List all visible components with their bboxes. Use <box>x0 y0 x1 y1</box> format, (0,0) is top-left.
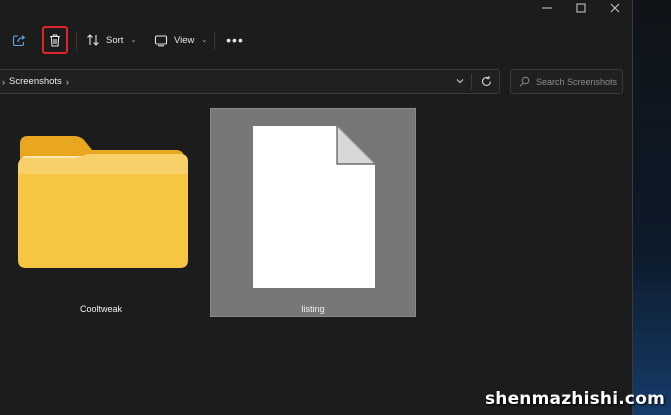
file-item-listing[interactable]: listing <box>210 108 416 317</box>
more-options-button[interactable]: ••• <box>226 26 244 54</box>
breadcrumb-chevron-icon: › <box>2 76 5 87</box>
address-row: › Screenshots › Search Screenshots <box>0 68 632 96</box>
share-button[interactable] <box>8 26 30 54</box>
close-button[interactable] <box>598 0 632 16</box>
sort-button[interactable]: Sort ⌄ <box>86 26 136 54</box>
chevron-down-icon: ⌄ <box>201 37 208 44</box>
close-icon <box>610 3 620 13</box>
command-bar: Sort ⌄ View ⌄ ••• <box>0 18 632 64</box>
view-label: View <box>174 34 195 46</box>
breadcrumb-screenshots[interactable]: Screenshots <box>9 76 62 87</box>
folder-item-cooltweak[interactable]: Cooltweak <box>12 108 190 316</box>
window-edge <box>632 0 633 415</box>
sort-label: Sort <box>106 34 124 46</box>
maximize-icon <box>576 3 586 13</box>
refresh-icon[interactable] <box>480 75 493 88</box>
toolbar-separator <box>76 32 77 50</box>
toolbar-separator <box>214 32 215 50</box>
breadcrumb-chevron-icon[interactable]: › <box>66 77 69 87</box>
item-label: Cooltweak <box>79 304 123 314</box>
minimize-button[interactable] <box>530 0 564 16</box>
search-input[interactable]: Search Screenshots <box>510 69 623 94</box>
sort-icon <box>87 34 99 46</box>
folder-icon <box>18 136 188 268</box>
search-icon <box>519 76 530 87</box>
maximize-button[interactable] <box>564 0 598 16</box>
desktop-background <box>632 0 671 415</box>
watermark: shenmazhishi.com <box>484 389 665 409</box>
address-separator <box>471 74 472 90</box>
share-icon <box>12 35 26 47</box>
address-dropdown-icon[interactable] <box>455 76 465 86</box>
view-icon <box>154 34 168 46</box>
minimize-icon <box>542 7 552 9</box>
caption-buttons <box>530 0 632 16</box>
more-options-icon: ••• <box>226 32 244 48</box>
file-explorer-window: Sort ⌄ View ⌄ ••• › Screenshots › Search… <box>0 0 632 415</box>
address-bar[interactable]: › Screenshots › <box>0 69 500 94</box>
search-placeholder: Search Screenshots <box>536 76 618 87</box>
trash-icon <box>50 33 60 47</box>
view-button[interactable]: View ⌄ <box>154 26 207 54</box>
chevron-down-icon: ⌄ <box>130 37 137 44</box>
item-label: listing <box>301 304 325 314</box>
document-icon <box>253 125 376 288</box>
delete-button[interactable] <box>42 26 68 54</box>
